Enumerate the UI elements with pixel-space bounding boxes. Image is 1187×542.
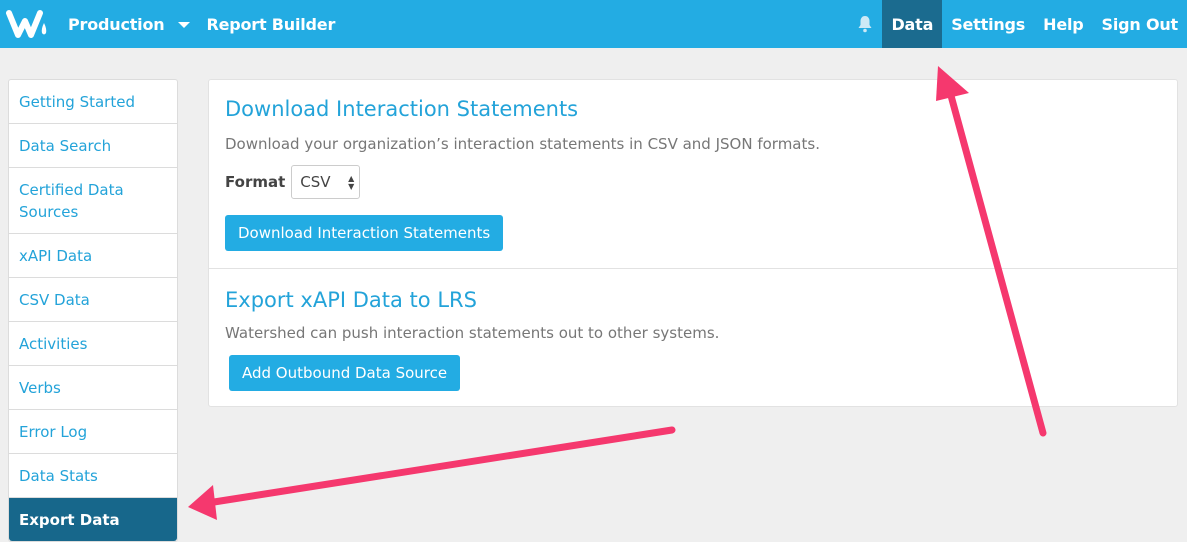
main-panel: Download Interaction Statements Download…	[208, 79, 1178, 407]
nav-settings-link[interactable]: Settings	[942, 0, 1034, 48]
sidebar-item-verbs[interactable]: Verbs	[9, 366, 177, 410]
report-builder-link[interactable]: Report Builder	[206, 0, 335, 48]
report-builder-label: Report Builder	[206, 14, 336, 34]
watershed-logo-icon[interactable]	[4, 0, 52, 48]
production-label: Production	[68, 14, 165, 34]
sidebar-item-export-data[interactable]: Export Data	[9, 498, 177, 541]
export-title: Export xAPI Data to LRS	[225, 288, 477, 312]
production-dropdown[interactable]: Production	[68, 0, 191, 48]
sidebar-item-data-search[interactable]: Data Search	[9, 124, 177, 168]
arrow-to-export-data	[188, 426, 676, 520]
nav-sign-out-link[interactable]: Sign Out	[1093, 0, 1187, 48]
download-description: Download your organization’s interaction…	[225, 135, 820, 153]
sidebar-item-getting-started[interactable]: Getting Started	[9, 80, 177, 124]
export-section: Export xAPI Data to LRS Watershed can pu…	[209, 269, 1177, 391]
sidebar-item-error-log[interactable]: Error Log	[9, 410, 177, 454]
sidebar-item-activities[interactable]: Activities	[9, 322, 177, 366]
download-title: Download Interaction Statements	[225, 97, 579, 121]
export-description: Watershed can push interaction statement…	[225, 324, 720, 342]
download-interaction-statements-button[interactable]: Download Interaction Statements	[225, 215, 504, 251]
format-label: Format	[225, 173, 286, 191]
sidebar-item-certified-data-sources[interactable]: Certified Data Sources	[9, 168, 177, 234]
nav-help-link[interactable]: Help	[1034, 0, 1092, 48]
format-select-value: CSV	[300, 173, 331, 191]
format-select[interactable]: CSV ▲ ▼	[291, 165, 361, 199]
sidebar-item-csv-data[interactable]: CSV Data	[9, 278, 177, 322]
sidebar-item-xapi-data[interactable]: xAPI Data	[9, 234, 177, 278]
caret-down-icon	[178, 22, 191, 28]
top-navigation-bar: Production Report Builder Data Settings …	[0, 0, 1187, 48]
sidebar: Getting Started Data Search Certified Da…	[8, 79, 178, 542]
bell-icon[interactable]	[848, 0, 882, 48]
download-section: Download Interaction Statements Download…	[209, 80, 1177, 269]
sidebar-item-data-stats[interactable]: Data Stats	[9, 454, 177, 498]
select-arrows-icon: ▲ ▼	[348, 174, 355, 191]
add-outbound-data-source-button[interactable]: Add Outbound Data Source	[229, 355, 461, 391]
nav-data-link[interactable]: Data	[882, 0, 943, 48]
format-row: Format CSV ▲ ▼	[225, 165, 1161, 199]
